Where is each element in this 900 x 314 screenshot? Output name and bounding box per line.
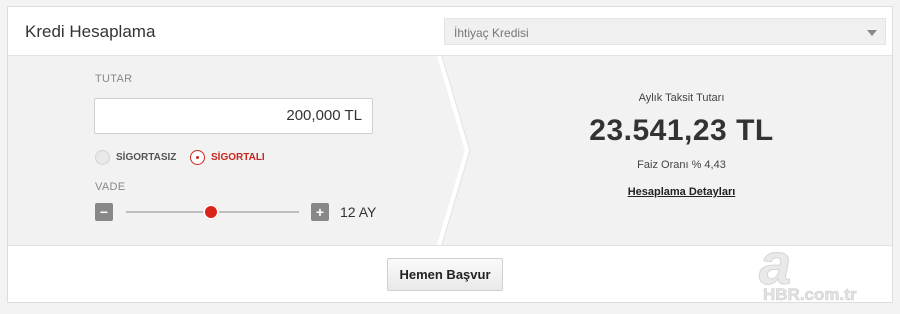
radio-checked-icon bbox=[190, 149, 205, 165]
calculation-details-row: Hesaplama Detayları bbox=[471, 186, 892, 198]
loan-type-select[interactable]: İhtiyaç Kredisi bbox=[444, 18, 886, 45]
amount-input[interactable]: 200,000 TL bbox=[94, 98, 373, 134]
card-footer: Hemen Başvur bbox=[8, 245, 892, 302]
interest-rate: Faiz Oranı % 4,43 bbox=[637, 159, 726, 171]
insurance-option-none[interactable]: SİGORTASIZ bbox=[95, 149, 176, 165]
radio-unchecked-icon bbox=[95, 149, 110, 165]
insurance-option-insured-label: SİGORTALI bbox=[211, 151, 265, 163]
term-decrease-button[interactable]: − bbox=[95, 203, 113, 221]
apply-now-button[interactable]: Hemen Başvur bbox=[387, 258, 503, 291]
loan-calculator-card: Kredi Hesaplama İhtiyaç Kredisi TUTAR 20… bbox=[7, 6, 893, 303]
insurance-option-insured[interactable]: SİGORTALI bbox=[190, 149, 265, 165]
chevron-down-icon bbox=[867, 30, 877, 36]
loan-type-selected-value: İhtiyaç Kredisi bbox=[454, 26, 529, 40]
monthly-payment-label: Aylık Taksit Tutarı bbox=[638, 92, 725, 104]
monthly-payment-value: 23.541,23 TL bbox=[589, 114, 774, 147]
panel-divider-chevron bbox=[431, 56, 471, 245]
amount-label: TUTAR bbox=[95, 73, 133, 85]
card-header: Kredi Hesaplama İhtiyaç Kredisi bbox=[8, 7, 892, 56]
term-slider-thumb[interactable] bbox=[202, 204, 219, 220]
input-panel: TUTAR 200,000 TL SİGORTASIZ SİGORTALI VA… bbox=[8, 56, 433, 245]
result-panel: Aylık Taksit Tutarı 23.541,23 TL Faiz Or… bbox=[471, 56, 892, 245]
term-value: 12 AY bbox=[340, 204, 377, 220]
term-label: VADE bbox=[95, 181, 126, 193]
term-increase-button[interactable]: + bbox=[311, 203, 329, 221]
page-title: Kredi Hesaplama bbox=[25, 22, 156, 41]
calculator-body: TUTAR 200,000 TL SİGORTASIZ SİGORTALI VA… bbox=[8, 56, 892, 245]
calculation-details-link[interactable]: Hesaplama Detayları bbox=[628, 186, 736, 198]
insurance-option-none-label: SİGORTASIZ bbox=[116, 151, 177, 163]
